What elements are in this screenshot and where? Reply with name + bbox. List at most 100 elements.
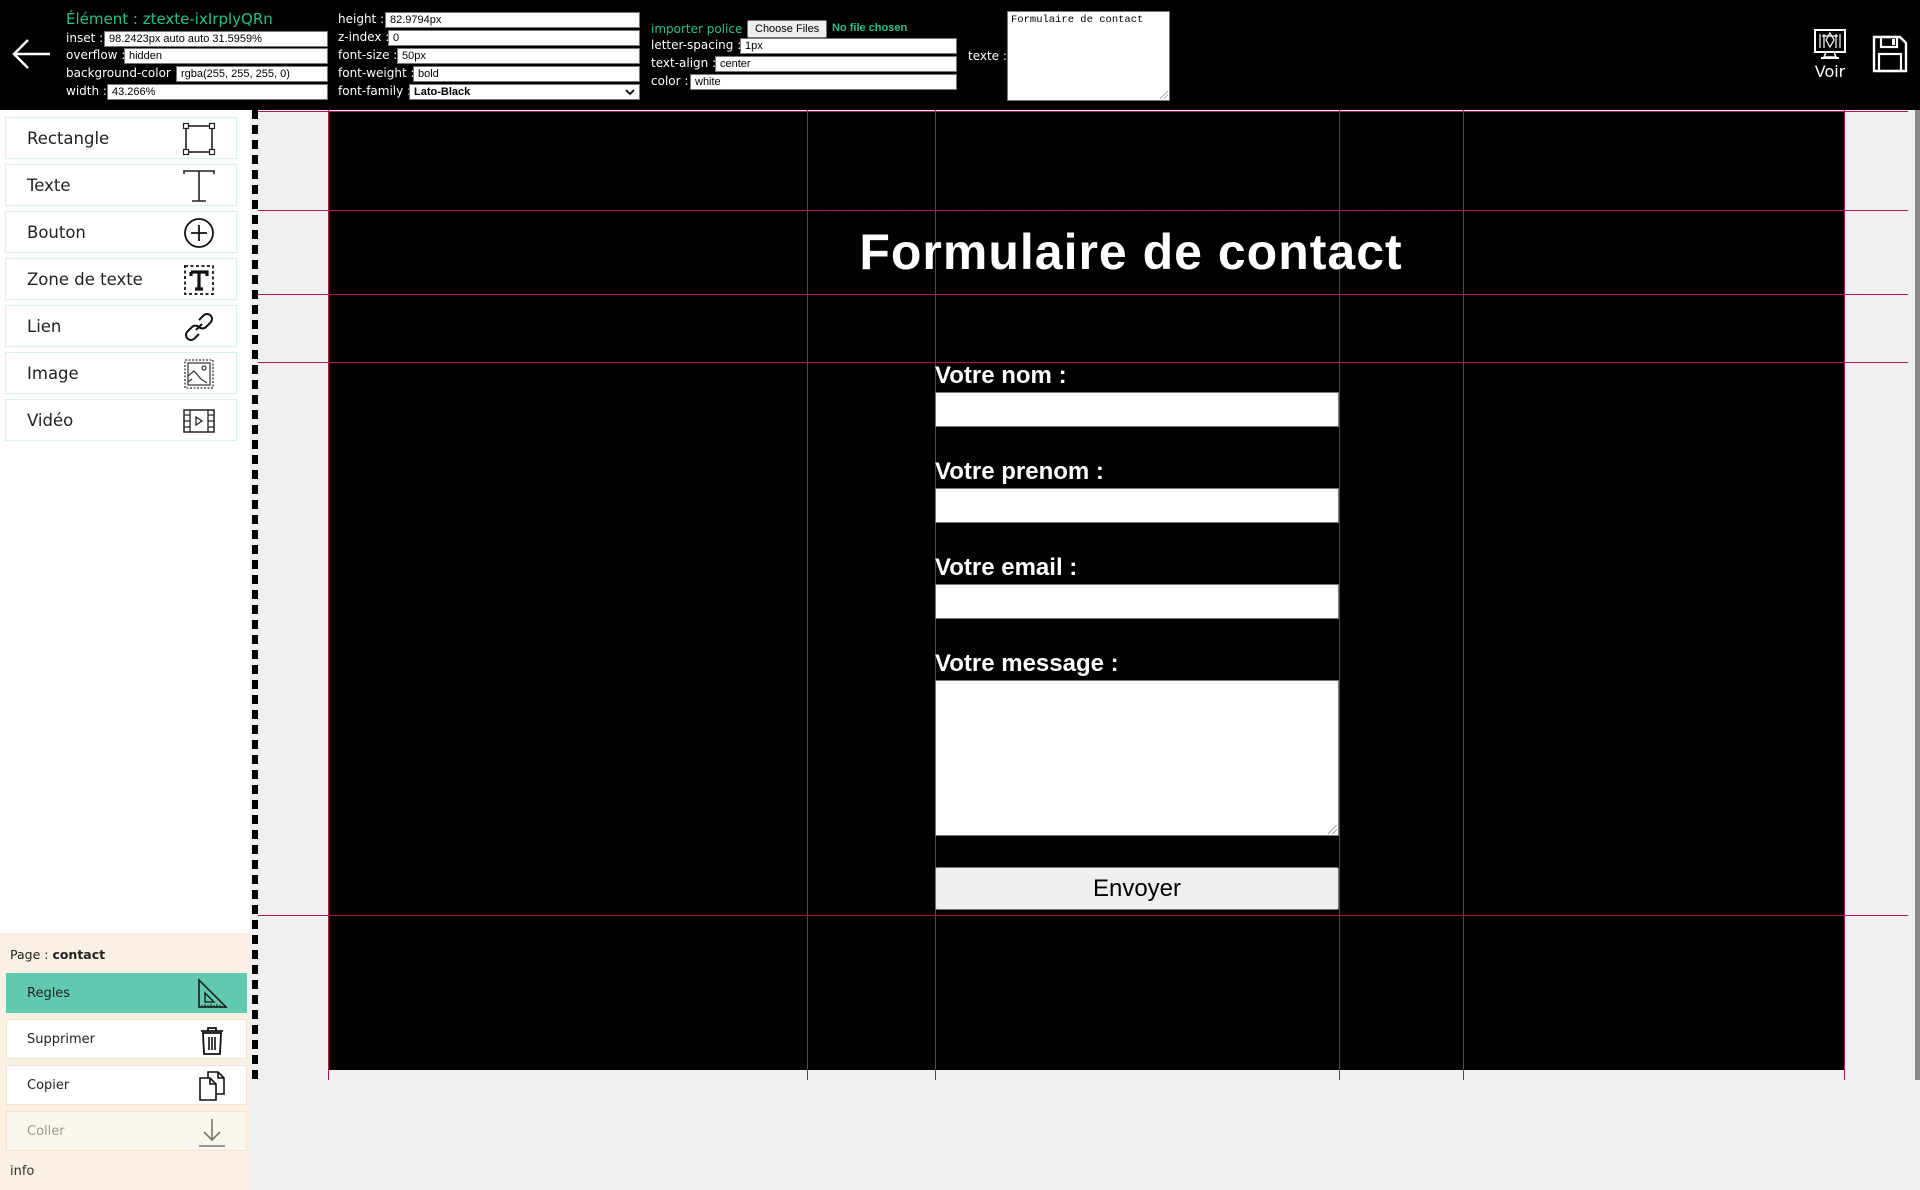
tool-texte[interactable]: Texte bbox=[5, 164, 237, 206]
choose-files-button[interactable]: Choose Files bbox=[747, 20, 828, 38]
width-input[interactable]: 43.266% bbox=[107, 84, 328, 100]
background-color-input[interactable]: rgba(255, 255, 255, 0) bbox=[176, 66, 328, 82]
overflow-input[interactable]: hidden bbox=[124, 48, 328, 64]
delete-button[interactable]: Supprimer bbox=[6, 1019, 247, 1059]
video-icon bbox=[183, 409, 215, 433]
plus-circle-icon bbox=[184, 218, 214, 248]
tool-label: Bouton bbox=[27, 223, 86, 242]
page-indicator: Page : contact bbox=[10, 947, 105, 962]
font-size-label: font-size : bbox=[338, 48, 398, 62]
arrow-left-icon bbox=[12, 39, 50, 69]
firstname-input[interactable] bbox=[935, 488, 1339, 523]
text-align-label: text-align : bbox=[651, 56, 717, 70]
horizontal-guide bbox=[258, 111, 1908, 112]
text-icon bbox=[183, 170, 215, 202]
vertical-scrollbar[interactable] bbox=[1915, 110, 1920, 1080]
save-button[interactable] bbox=[1872, 34, 1908, 74]
name-input[interactable] bbox=[935, 392, 1339, 427]
monitor-preview-icon bbox=[1814, 29, 1846, 59]
font-weight-label: font-weight : bbox=[338, 66, 415, 80]
action-label: Copier bbox=[27, 1078, 70, 1093]
image-icon bbox=[184, 359, 214, 389]
email-label: Votre email : bbox=[935, 554, 1078, 581]
ruler-triangle-icon bbox=[198, 978, 228, 1008]
letter-spacing-input[interactable]: 1px bbox=[740, 38, 957, 54]
background-color-label: background-color : bbox=[66, 66, 179, 80]
font-size-input[interactable]: 50px bbox=[397, 48, 640, 64]
import-font-label: importer police : bbox=[651, 22, 751, 36]
rules-button[interactable]: Regles bbox=[6, 973, 247, 1013]
action-label: Regles bbox=[27, 986, 71, 1001]
tool-video[interactable]: Vidéo bbox=[5, 399, 237, 441]
z-index-label: z-index : bbox=[338, 30, 390, 44]
texte-label: texte : bbox=[968, 49, 1007, 63]
preview-label: Voir bbox=[1814, 62, 1846, 81]
action-label: Coller bbox=[27, 1124, 65, 1139]
copy-button[interactable]: Copier bbox=[6, 1065, 247, 1105]
height-label: height : bbox=[338, 12, 385, 26]
paste-download-icon bbox=[199, 1119, 225, 1147]
link-icon bbox=[185, 313, 213, 341]
height-input[interactable]: 82.9794px bbox=[385, 12, 640, 28]
tool-rectangle[interactable]: Rectangle bbox=[5, 117, 237, 159]
email-input[interactable] bbox=[935, 584, 1339, 619]
letter-spacing-label: letter-spacing : bbox=[651, 38, 742, 52]
tool-label: Vidéo bbox=[27, 411, 74, 430]
vertical-guide bbox=[1844, 110, 1845, 1080]
firstname-label: Votre prenom : bbox=[935, 458, 1104, 485]
info-label: info bbox=[10, 1164, 35, 1179]
rectangle-icon bbox=[182, 122, 216, 156]
copy-icon bbox=[199, 1071, 225, 1101]
paste-button[interactable]: Coller bbox=[6, 1111, 247, 1151]
message-textarea[interactable] bbox=[935, 680, 1339, 836]
properties-toolbar: Élément : ztexte-ixIrplyQRn inset : 98.2… bbox=[0, 0, 1920, 110]
color-label: color : bbox=[651, 74, 689, 88]
tool-lien[interactable]: Lien bbox=[5, 305, 237, 347]
submit-button[interactable]: Envoyer bbox=[935, 867, 1339, 910]
tool-label: Rectangle bbox=[27, 129, 110, 148]
horizontal-guide bbox=[258, 915, 1908, 916]
file-status: No file chosen bbox=[832, 22, 908, 34]
tool-zone-de-texte[interactable]: Zone de texte bbox=[5, 258, 237, 300]
message-label: Votre message : bbox=[935, 650, 1119, 677]
tools-sidebar: Rectangle Texte Bouton Zone de texte Lie… bbox=[0, 110, 250, 1190]
back-button[interactable] bbox=[10, 36, 54, 72]
horizontal-guide bbox=[258, 362, 1908, 363]
vertical-guide bbox=[1463, 110, 1464, 1080]
width-label: width : bbox=[66, 84, 107, 98]
color-input[interactable]: white bbox=[690, 74, 957, 90]
element-title: Élément : ztexte-ixIrplyQRn bbox=[66, 10, 273, 28]
floppy-disk-icon bbox=[1872, 35, 1908, 73]
font-weight-input[interactable]: bold bbox=[413, 66, 640, 82]
tool-label: Texte bbox=[27, 176, 71, 195]
tool-label: Lien bbox=[27, 317, 62, 336]
resize-grip[interactable] bbox=[1328, 825, 1337, 834]
tool-bouton[interactable]: Bouton bbox=[5, 211, 237, 253]
font-family-select[interactable]: Lato-Black bbox=[409, 84, 640, 100]
page-heading[interactable]: Formulaire de contact bbox=[807, 210, 1455, 294]
tool-image[interactable]: Image bbox=[5, 352, 237, 394]
tool-label: Image bbox=[27, 364, 79, 383]
inset-label: inset : bbox=[66, 31, 104, 45]
font-family-value: Lato-Black bbox=[414, 86, 471, 98]
resize-grip[interactable] bbox=[1160, 91, 1168, 99]
horizontal-guide bbox=[258, 294, 1908, 295]
z-index-input[interactable]: 0 bbox=[388, 30, 640, 46]
tool-label: Zone de texte bbox=[27, 270, 143, 289]
preview-button[interactable]: Voir bbox=[1808, 28, 1852, 84]
trash-icon bbox=[201, 1027, 223, 1055]
font-family-label: font-family : bbox=[338, 84, 412, 98]
chevron-down-icon bbox=[625, 89, 635, 96]
page-label: Page : bbox=[10, 947, 49, 962]
inset-input[interactable]: 98.2423px auto auto 31.5959% bbox=[104, 31, 328, 47]
name-label: Votre nom : bbox=[935, 362, 1067, 389]
text-align-input[interactable]: center bbox=[715, 56, 957, 72]
page-actions-panel: Page : contact Regles Supprimer Copier C… bbox=[0, 933, 250, 1190]
page-name: contact bbox=[52, 947, 106, 962]
action-label: Supprimer bbox=[27, 1032, 95, 1047]
texte-value: Formulaire de contact bbox=[1011, 14, 1144, 26]
textbox-icon bbox=[184, 265, 214, 295]
vertical-guide bbox=[328, 110, 329, 1080]
overflow-label: overflow : bbox=[66, 48, 126, 62]
texte-textarea[interactable]: Formulaire de contact bbox=[1007, 11, 1170, 101]
